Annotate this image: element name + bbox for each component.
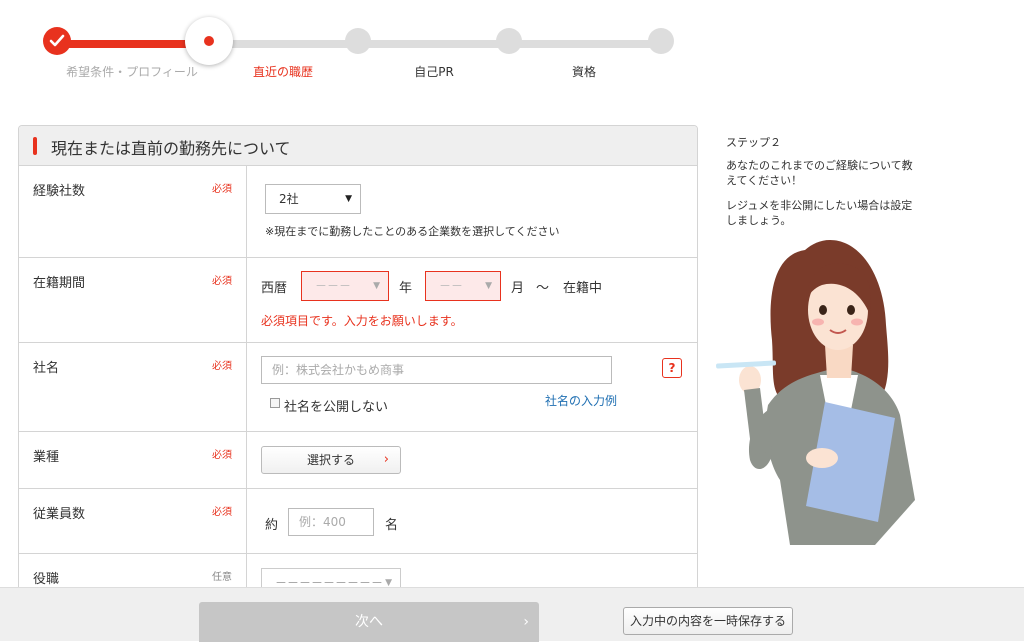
side-message-1: あなたのこれまでのご経験について教えてください！ bbox=[726, 159, 913, 187]
work-history-form: 現在または直前の勤務先について 経験社数 必須 2社 ▼ ※現在までに勤務したこ… bbox=[18, 125, 698, 590]
field-label: 業種 bbox=[33, 450, 60, 465]
side-step-label: ステップ２ bbox=[726, 136, 781, 149]
row-employees: 従業員数 必須 約 例：400 名 bbox=[19, 489, 697, 554]
step-label-self-pr: 自己PR bbox=[414, 65, 454, 79]
select-industry-button[interactable]: 選択する › bbox=[261, 446, 401, 474]
era-label: 西暦 bbox=[261, 281, 288, 296]
save-draft-button[interactable]: 入力中の内容を一時保存する bbox=[623, 607, 793, 635]
step-node-done bbox=[43, 27, 71, 55]
chevron-right-icon: › bbox=[523, 614, 529, 630]
optional-badge: 任意 bbox=[212, 572, 232, 583]
section-accent-bar bbox=[33, 137, 37, 155]
row-companies: 経験社数 必須 2社 ▼ ※現在までに勤務したことのある企業数を選択してください bbox=[19, 166, 697, 258]
step-label-recent-job: 直近の職歴 bbox=[252, 65, 314, 79]
required-badge: 必須 bbox=[212, 184, 232, 195]
guide-woman-illustration bbox=[716, 240, 915, 545]
stepper-track-todo bbox=[209, 40, 661, 48]
caret-down-icon: ▼ bbox=[345, 194, 352, 204]
field-label: 役職 bbox=[33, 572, 60, 587]
section-title: 現在または直前の勤務先について bbox=[51, 139, 291, 158]
step-node-todo bbox=[345, 28, 371, 54]
currently-employed-label[interactable]: 在籍中 bbox=[563, 277, 602, 296]
employees-unit: 名 bbox=[385, 518, 399, 533]
employees-prefix: 約 bbox=[265, 518, 279, 533]
row-tenure: 在籍期間 必須 西暦 －－－ ▼ 年 －－ ▼ 月 ～ 在籍中 必須項目です。入… bbox=[19, 258, 697, 343]
companies-select[interactable]: 2社 ▼ bbox=[265, 184, 361, 214]
hide-company-label[interactable]: 社名を公開しない bbox=[284, 396, 388, 415]
step-node-todo bbox=[496, 28, 522, 54]
field-label: 在籍期間 bbox=[33, 276, 86, 291]
next-button[interactable]: 次へ › bbox=[199, 602, 539, 642]
companies-hint: ※現在までに勤務したことのある企業数を選択してください bbox=[265, 225, 560, 238]
field-label: 社名 bbox=[33, 361, 60, 376]
row-industry: 業種 必須 選択する › bbox=[19, 432, 697, 489]
required-badge: 必須 bbox=[212, 450, 232, 461]
employees-input[interactable]: 例：400 bbox=[288, 508, 374, 536]
tilde: ～ bbox=[536, 281, 550, 296]
field-label: 経験社数 bbox=[33, 184, 86, 199]
section-header: 現在または直前の勤務先について bbox=[19, 126, 697, 166]
check-icon bbox=[49, 34, 65, 47]
side-message-2: レジュメを非公開にしたい場合は設定しましょう。 bbox=[726, 199, 913, 227]
step-node-todo bbox=[648, 28, 674, 54]
year-unit: 年 bbox=[399, 281, 413, 296]
help-icon[interactable]: ? bbox=[662, 358, 682, 378]
tenure-error-message: 必須項目です。入力をお願いします。 bbox=[261, 314, 463, 328]
year-select[interactable]: －－－ ▼ bbox=[301, 271, 389, 301]
chevron-right-icon: › bbox=[383, 452, 389, 467]
progress-stepper: 希望条件・プロフィール 直近の職歴 自己PR 資格 bbox=[0, 0, 720, 100]
month-unit: 月 bbox=[511, 281, 525, 296]
row-company-name: 社名 必須 例：株式会社かもめ商事 ? 社名を公開しない 社名の入力例 bbox=[19, 343, 697, 432]
company-name-input[interactable]: 例：株式会社かもめ商事 bbox=[261, 356, 612, 384]
required-badge: 必須 bbox=[212, 276, 232, 287]
month-select[interactable]: －－ ▼ bbox=[425, 271, 501, 301]
required-badge: 必須 bbox=[212, 361, 232, 372]
field-label: 従業員数 bbox=[33, 507, 86, 522]
caret-down-icon: ▼ bbox=[485, 281, 492, 291]
company-name-example-link[interactable]: 社名の入力例 bbox=[545, 392, 617, 409]
footer-bar: 次へ › 入力中の内容を一時保存する bbox=[0, 587, 1024, 642]
caret-down-icon: ▼ bbox=[373, 281, 380, 291]
row-position: 役職 任意 －－－－－－－－－ ▼ bbox=[19, 554, 697, 589]
hide-company-checkbox[interactable] bbox=[270, 398, 280, 408]
step-node-current bbox=[185, 17, 233, 65]
required-badge: 必須 bbox=[212, 507, 232, 518]
step-label-qualifications: 資格 bbox=[571, 65, 597, 79]
step-label-profile: 希望条件・プロフィール bbox=[66, 65, 198, 79]
